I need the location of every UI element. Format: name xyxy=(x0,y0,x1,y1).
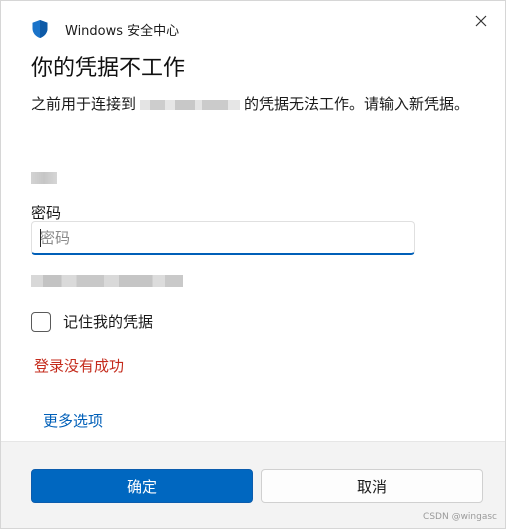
redacted-host xyxy=(140,99,241,110)
dialog-description: 之前用于连接到 的凭据无法工作。请输入新凭据。 xyxy=(31,92,476,116)
remember-credentials-label: 记住我的凭据 xyxy=(63,313,154,331)
credential-dialog: Windows 安全中心 你的凭据不工作 之前用于连接到 的凭据无法工作。请输入新… xyxy=(0,0,506,529)
text-caret xyxy=(40,229,41,247)
password-label: 密码 xyxy=(31,204,62,222)
remember-credentials-row[interactable]: 记住我的凭据 xyxy=(31,311,153,332)
shield-icon xyxy=(31,19,49,39)
redacted-username xyxy=(31,172,57,184)
ok-button[interactable]: 确定 xyxy=(31,469,253,503)
redacted-domain-hint xyxy=(31,275,183,287)
close-button[interactable] xyxy=(467,9,495,33)
remember-credentials-checkbox[interactable] xyxy=(31,311,51,332)
description-suffix: 的凭据无法工作。请输入新凭据。 xyxy=(244,95,470,113)
description-prefix: 之前用于连接到 xyxy=(31,95,137,113)
cancel-button[interactable]: 取消 xyxy=(261,469,483,503)
app-title: Windows 安全中心 xyxy=(65,24,180,39)
password-input[interactable] xyxy=(31,221,415,255)
watermark: CSDN @wingasc xyxy=(423,512,497,522)
more-options-link[interactable]: 更多选项 xyxy=(43,410,103,431)
error-message: 登录没有成功 xyxy=(34,357,125,375)
close-icon xyxy=(475,12,487,31)
page-title: 你的凭据不工作 xyxy=(31,56,186,81)
title-bar: Windows 安全中心 xyxy=(1,1,505,45)
